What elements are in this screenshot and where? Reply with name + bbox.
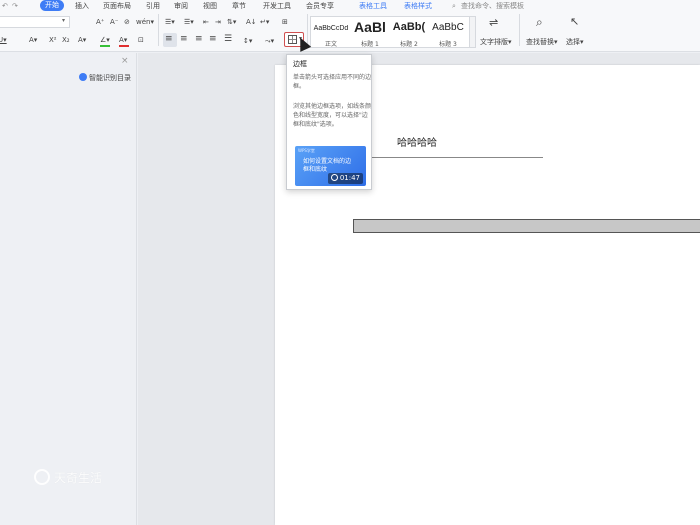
char-border-button[interactable]: ⊡	[138, 34, 144, 46]
video-brand: WPS学堂	[298, 148, 315, 153]
tab-table-style[interactable]: 表格样式	[404, 0, 432, 12]
style-heading-1-label: 标题 1	[361, 41, 379, 48]
font-color-bar	[119, 45, 129, 47]
style-heading-1-preview: AaBl	[354, 19, 386, 35]
style-heading-1[interactable]: AaBl 标题 1	[351, 17, 389, 49]
tab-page-layout[interactable]: 页面布局	[103, 0, 131, 12]
strikethrough-button[interactable]: A▾	[29, 34, 37, 46]
smart-toc-icon	[79, 73, 87, 81]
document-canvas: 哈哈哈哈	[138, 53, 700, 525]
style-heading-3-label: 标题 3	[439, 41, 457, 48]
bullets-button[interactable]: ☰▾	[165, 16, 175, 28]
video-title: 如何设置文档的边框和底纹	[303, 158, 352, 173]
tooltip-description: 单击箭头可选择应用不同的边框。	[293, 74, 372, 90]
increase-indent-button[interactable]: ⇥	[215, 16, 221, 28]
shrink-font-button[interactable]: A⁻	[110, 16, 118, 28]
numbering-button[interactable]: ☰▾	[184, 16, 194, 28]
smart-toc-button[interactable]: 智能识别目录	[79, 73, 131, 83]
find-replace-button[interactable]: 查找替换▾	[526, 36, 558, 48]
line-spacing-button[interactable]: ↕▾	[243, 35, 252, 47]
tab-references[interactable]: 引用	[146, 0, 160, 12]
style-gallery: AaBbCcDd 正文 AaBl 标题 1 AaBb( 标题 2 AaBbC 标…	[310, 16, 470, 48]
navigation-pane: × 智能识别目录	[0, 53, 137, 525]
text-layout-button[interactable]: 文字排版▾	[480, 36, 512, 48]
tab-insert[interactable]: 插入	[75, 0, 89, 12]
tooltip-description-more: 浏览其他边框选项，如线条颜色和线型宽度，可以选择"边框和底纹"选项。	[293, 103, 372, 128]
style-heading-3[interactable]: AaBbC 标题 3	[429, 17, 467, 49]
redo-button[interactable]: ↷	[12, 0, 18, 12]
menu-bar: ↶ ↷ 开始 插入 页面布局 引用 审阅 视图 章节 开发工具 会员专享 表格工…	[0, 0, 700, 12]
tooltip-video[interactable]: WPS学堂 如何设置文档的边框和底纹 01:47	[295, 146, 366, 186]
superscript-button[interactable]: X²	[49, 34, 57, 46]
grow-font-button[interactable]: A⁺	[96, 16, 104, 28]
smart-toc-label: 智能识别目录	[89, 74, 131, 82]
ribbon-separator	[519, 14, 520, 46]
tab-member[interactable]: 会员专享	[306, 0, 334, 12]
align-center-button[interactable]: ≡	[180, 33, 188, 45]
chinese-layout-button[interactable]: ⇅▾	[227, 16, 236, 28]
tab-review[interactable]: 审阅	[174, 0, 188, 12]
tab-table-tools[interactable]: 表格工具	[359, 0, 387, 12]
command-search[interactable]: 查找命令、搜索模板	[461, 0, 524, 12]
style-normal-label: 正文	[324, 41, 337, 48]
search-icon[interactable]: ⌕	[452, 0, 456, 12]
border-tooltip: 边框 单击箭头可选择应用不同的边框。 浏览其他边框选项，如线条颜色和线型宽度，可…	[286, 54, 372, 190]
clear-format-button[interactable]: ⊘	[124, 16, 130, 28]
phonetic-button[interactable]: wén▾	[136, 16, 154, 28]
paragraph-line	[360, 157, 543, 158]
document-text[interactable]: 哈哈哈哈	[397, 134, 437, 149]
style-normal-preview: AaBbCcDd	[313, 25, 349, 32]
text-effect-button[interactable]: A▾	[78, 34, 86, 46]
ribbon-separator	[158, 14, 159, 46]
find-icon: ⌕	[536, 15, 543, 29]
tab-home[interactable]: 开始	[40, 0, 64, 11]
watermark: 天奇生活	[34, 469, 102, 486]
show-marks-button[interactable]: ↵▾	[260, 16, 269, 28]
tab-view[interactable]: 视图	[203, 0, 217, 12]
sort-button[interactable]: A↓	[246, 16, 257, 28]
select-arrow-icon: ↖	[570, 15, 580, 28]
ribbon: ▾ A⁺ A⁻ ⊘ wén▾ ☰▾ ☰▾ ⇤ ⇥ ⇅▾ A↓ ↵▾ ⊞ U▾ A…	[0, 12, 700, 52]
watermark-text: 天奇生活	[54, 471, 103, 485]
undo-button[interactable]: ↶	[2, 0, 8, 12]
tab-chapter[interactable]: 章节	[232, 0, 246, 12]
text-layout-icon: ⇌	[489, 16, 499, 29]
style-heading-2-preview: AaBb(	[392, 21, 426, 33]
subscript-button[interactable]: X₂	[62, 34, 70, 46]
tab-developer[interactable]: 开发工具	[263, 0, 291, 12]
shading-button[interactable]: ⤳▾	[265, 35, 274, 47]
style-gallery-scroll[interactable]	[470, 16, 476, 48]
decrease-indent-button[interactable]: ⇤	[203, 16, 209, 28]
underline-button[interactable]: U▾	[0, 34, 7, 46]
grid-button[interactable]: ⊞	[282, 16, 288, 28]
select-button[interactable]: 选择▾	[566, 36, 584, 48]
align-right-button[interactable]: ≡	[195, 33, 203, 45]
watermark-logo-icon	[34, 469, 50, 485]
style-heading-3-preview: AaBbC	[432, 22, 464, 33]
font-size-dropdown[interactable]: ▾	[62, 17, 65, 24]
style-heading-2[interactable]: AaBb( 标题 2	[390, 17, 428, 49]
close-icon[interactable]: ×	[121, 56, 129, 66]
align-left-button[interactable]: ≡	[165, 33, 173, 45]
highlight-color-bar	[100, 45, 110, 47]
table-cell[interactable]	[353, 219, 700, 233]
video-duration: 01:47	[327, 173, 363, 184]
play-icon	[330, 174, 338, 181]
font-size-box[interactable]	[0, 16, 70, 28]
tooltip-title: 边框	[293, 60, 307, 68]
justify-button[interactable]: ≡	[209, 33, 217, 45]
style-heading-2-label: 标题 2	[400, 41, 418, 48]
distributed-button[interactable]: ☰	[224, 33, 232, 45]
style-normal[interactable]: AaBbCcDd 正文	[312, 17, 350, 49]
